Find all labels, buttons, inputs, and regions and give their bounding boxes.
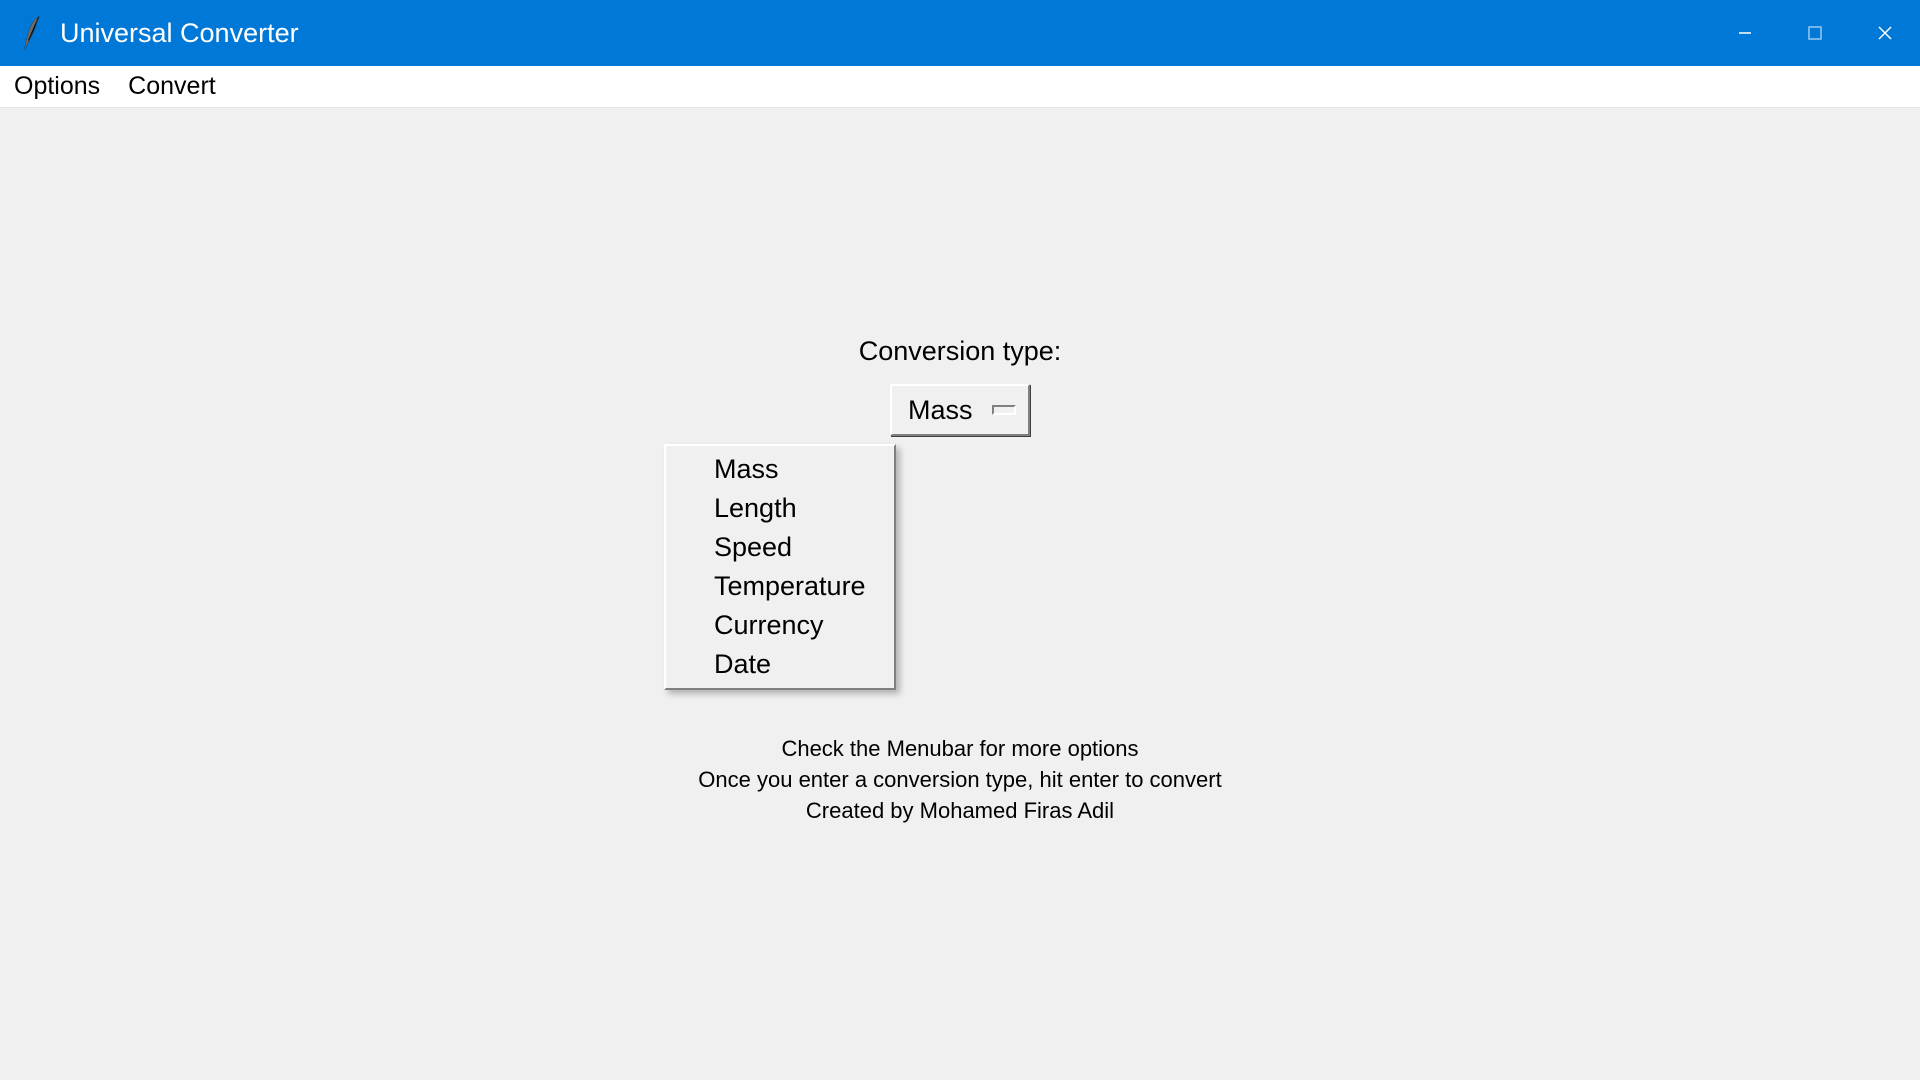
conversion-type-dropdown[interactable]: Mass: [890, 384, 1030, 436]
footer-line-1: Check the Menubar for more options: [560, 734, 1360, 765]
option-speed[interactable]: Speed: [666, 528, 894, 567]
option-date[interactable]: Date: [666, 645, 894, 684]
option-currency[interactable]: Currency: [666, 606, 894, 645]
conversion-type-menu: Mass Length Speed Temperature Currency D…: [664, 444, 896, 690]
title-bar: Universal Converter: [0, 0, 1920, 66]
menu-bar: Options Convert: [0, 66, 1920, 108]
footer-text: Check the Menubar for more options Once …: [560, 734, 1360, 826]
window-title: Universal Converter: [60, 18, 299, 49]
option-mass[interactable]: Mass: [666, 450, 894, 489]
dropdown-selected-value: Mass: [908, 395, 973, 426]
menu-options[interactable]: Options: [14, 72, 100, 101]
footer-line-3: Created by Mohamed Firas Adil: [560, 796, 1360, 827]
dropdown-indicator-icon: [992, 405, 1016, 415]
conversion-type-label: Conversion type:: [859, 336, 1062, 367]
close-button[interactable]: [1850, 0, 1920, 66]
title-left: Universal Converter: [20, 13, 299, 53]
feather-icon: [20, 13, 44, 53]
minimize-button[interactable]: [1710, 0, 1780, 66]
menu-convert[interactable]: Convert: [128, 72, 216, 101]
maximize-button[interactable]: [1780, 0, 1850, 66]
footer-line-2: Once you enter a conversion type, hit en…: [560, 765, 1360, 796]
window-controls: [1710, 0, 1920, 66]
option-length[interactable]: Length: [666, 489, 894, 528]
option-temperature[interactable]: Temperature: [666, 567, 894, 606]
content-area: Conversion type: Mass Mass Length Speed …: [0, 108, 1920, 1080]
